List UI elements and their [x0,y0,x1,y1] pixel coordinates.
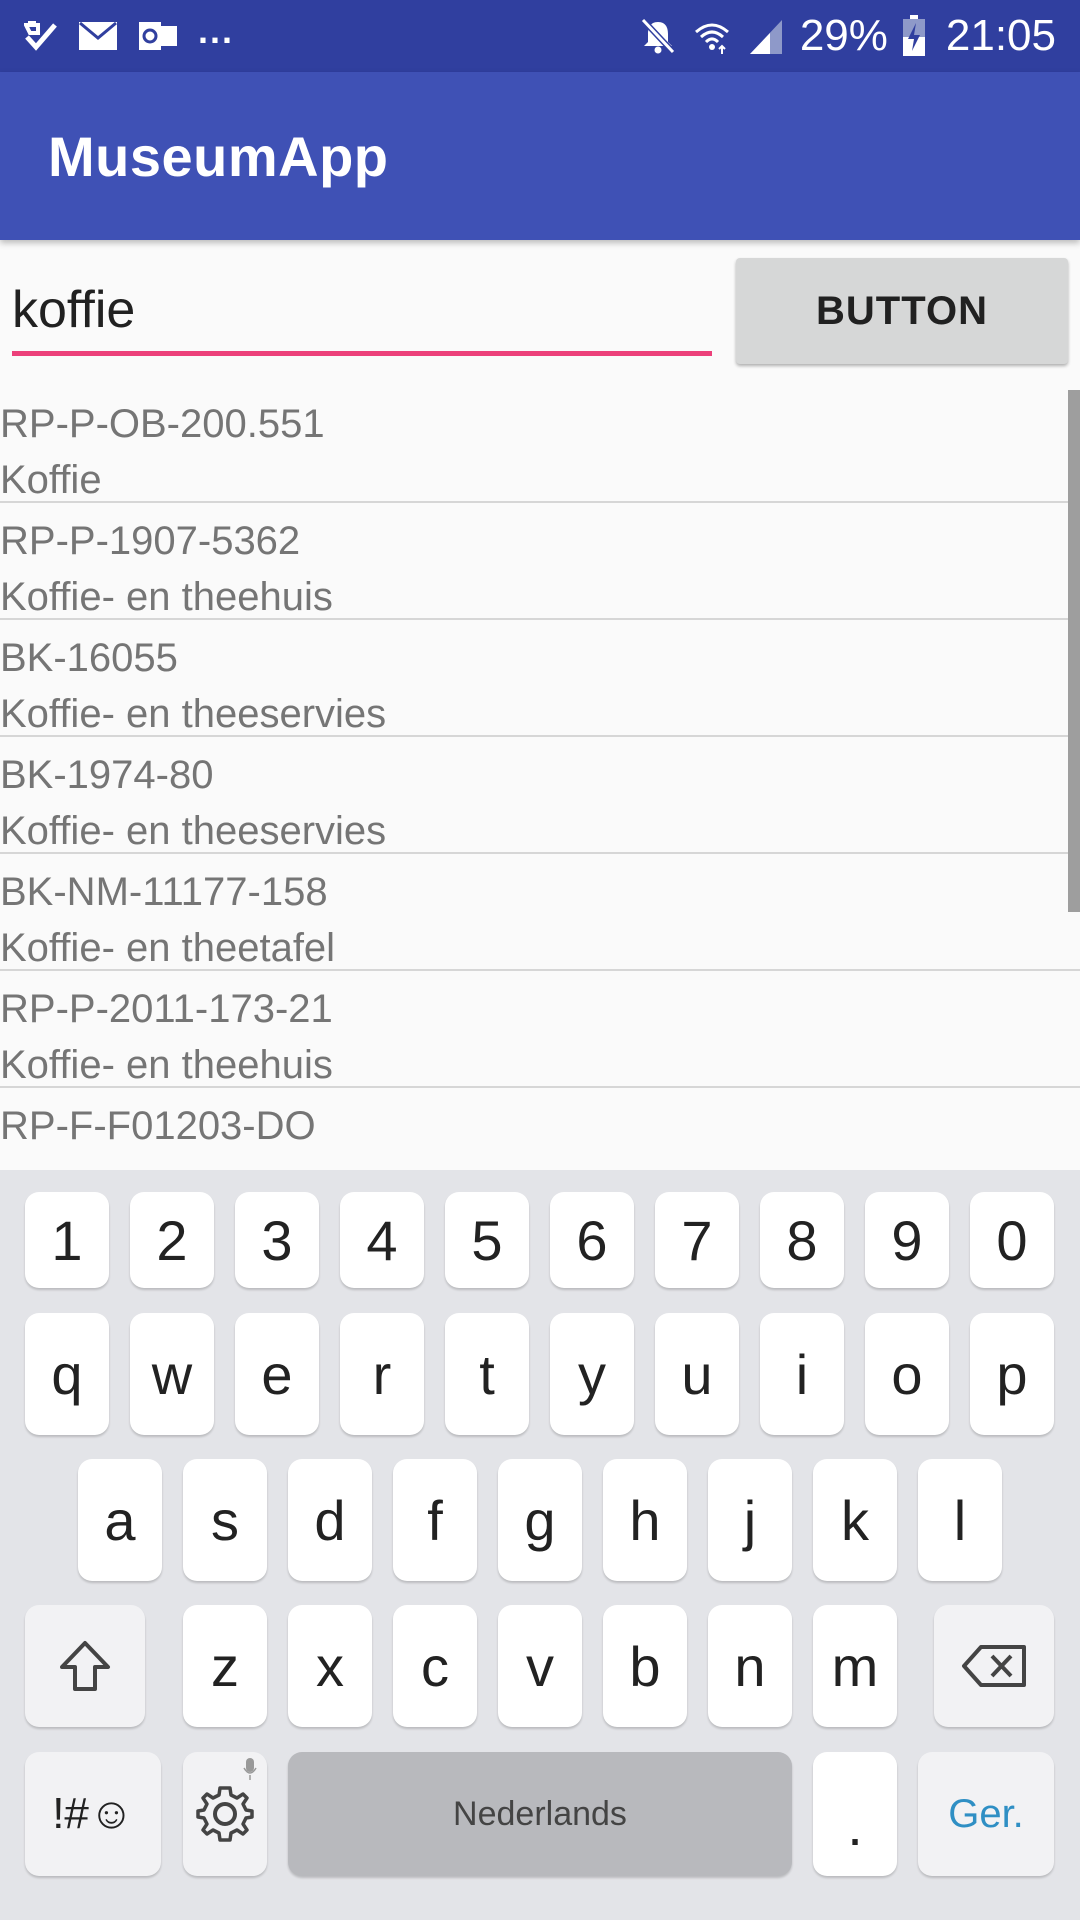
key-q[interactable]: q [25,1313,109,1435]
result-item[interactable]: RP-P-1907-5362 Koffie- en theehuis [0,503,1080,620]
key-j[interactable]: j [708,1459,792,1581]
key-o[interactable]: o [865,1313,949,1435]
checkmark-notification-icon [24,21,57,51]
results-list[interactable]: RP-P-OB-200.551 Koffie RP-P-1907-5362 Koffi… [0,386,1080,1170]
signal-icon [749,20,782,54]
shift-arrow-icon [60,1641,110,1691]
result-item[interactable]: BK-NM-11177-158 Koffie- en theetafel [0,854,1080,971]
app-bar: MuseumApp [0,72,1080,240]
wifi-icon [694,23,729,54]
keyboard-settings-key[interactable] [183,1752,267,1876]
battery-charging-icon [902,15,925,56]
key-t[interactable]: t [445,1313,529,1435]
search-button[interactable]: BUTTON [736,258,1068,364]
key-0[interactable]: 0 [970,1192,1054,1288]
gear-icon [196,1786,254,1842]
key-2[interactable]: 2 [130,1192,214,1288]
result-item[interactable]: RP-F-F01203-DO [0,1088,1080,1170]
key-w[interactable]: w [130,1313,214,1435]
result-title: Koffie- en theehuis [0,1043,333,1087]
symbols-key-label: !#☺ [52,1789,134,1838]
key-c[interactable]: c [393,1605,477,1727]
mute-icon [640,17,676,55]
more-notifications-indicator: ... [198,10,235,51]
key-g[interactable]: g [498,1459,582,1581]
battery-percent: 29% [799,11,888,60]
app-title: MuseumApp [48,124,389,188]
key-b[interactable]: b [603,1605,687,1727]
key-5[interactable]: 5 [445,1192,529,1288]
key-p[interactable]: p [970,1313,1054,1435]
symbols-key[interactable]: !#☺ [25,1752,161,1876]
key-f[interactable]: f [393,1459,477,1581]
mail-icon [79,21,117,50]
screen: ... 29% 21:05 MuseumApp koffie BUTTON RP… [0,0,1080,1920]
result-object-number: RP-F-F01203-DO [0,1104,316,1148]
key-d[interactable]: d [288,1459,372,1581]
key-9[interactable]: 9 [865,1192,949,1288]
key-z[interactable]: z [183,1605,267,1727]
key-y[interactable]: y [550,1313,634,1435]
key-v[interactable]: v [498,1605,582,1727]
key-6[interactable]: 6 [550,1192,634,1288]
notification-icons: ... [24,10,234,52]
result-item[interactable]: BK-16055 Koffie- en theeservies [0,620,1080,737]
key-h[interactable]: h [603,1459,687,1581]
enter-key[interactable]: Ger. [918,1752,1054,1876]
key-l[interactable]: l [918,1459,1002,1581]
result-title: Koffie- en theetafel [0,926,336,970]
result-item[interactable]: BK-1974-80 Koffie- en theeservies [0,737,1080,854]
result-object-number: BK-1974-80 [0,753,214,797]
outlook-icon [139,22,177,50]
key-n[interactable]: n [708,1605,792,1727]
period-key-label: . [847,1794,863,1857]
key-x[interactable]: x [288,1605,372,1727]
result-object-number: RP-P-1907-5362 [0,519,301,563]
key-i[interactable]: i [760,1313,844,1435]
search-input[interactable] [12,270,712,350]
clock: 21:05 [945,11,1056,60]
result-object-number: BK-16055 [0,636,178,680]
system-status: 29% 21:05 [638,11,1056,61]
result-title: Koffie- en theeservies [0,809,387,853]
backspace-key[interactable] [934,1605,1054,1727]
shift-key[interactable] [25,1605,145,1727]
result-item[interactable]: RP-P-2011-173-21 Koffie- en theehuis [0,971,1080,1088]
search-input-underline [12,351,712,356]
result-object-number: BK-NM-11177-158 [0,870,328,914]
key-r[interactable]: r [340,1313,424,1435]
result-object-number: RP-P-2011-173-21 [0,987,333,1031]
microphone-icon [243,1758,257,1780]
backspace-icon [962,1645,1026,1687]
search-field[interactable] [12,270,712,356]
period-key[interactable]: . [813,1752,897,1876]
on-screen-keyboard: !#☺ Nederlands . Ger. 1234567890 qwertyui… [0,1170,1080,1920]
key-m[interactable]: m [813,1605,897,1727]
results-scrollbar[interactable] [1068,390,1080,912]
result-item[interactable]: RP-P-OB-200.551 Koffie [0,386,1080,503]
result-title: Koffie- en theehuis [0,575,333,619]
key-u[interactable]: u [655,1313,739,1435]
result-object-number: RP-P-OB-200.551 [0,402,325,446]
enter-key-label: Ger. [948,1791,1024,1836]
key-a[interactable]: a [78,1459,162,1581]
key-7[interactable]: 7 [655,1192,739,1288]
key-3[interactable]: 3 [235,1192,319,1288]
key-4[interactable]: 4 [340,1192,424,1288]
space-bar-language-label: Nederlands [453,1794,627,1833]
result-title: Koffie [0,458,102,502]
result-title: Koffie- en theeservies [0,692,387,736]
key-k[interactable]: k [813,1459,897,1581]
status-bar: ... 29% 21:05 [0,0,1080,72]
key-8[interactable]: 8 [760,1192,844,1288]
key-e[interactable]: e [235,1313,319,1435]
key-s[interactable]: s [183,1459,267,1581]
space-bar[interactable]: Nederlands [288,1752,792,1876]
key-1[interactable]: 1 [25,1192,109,1288]
